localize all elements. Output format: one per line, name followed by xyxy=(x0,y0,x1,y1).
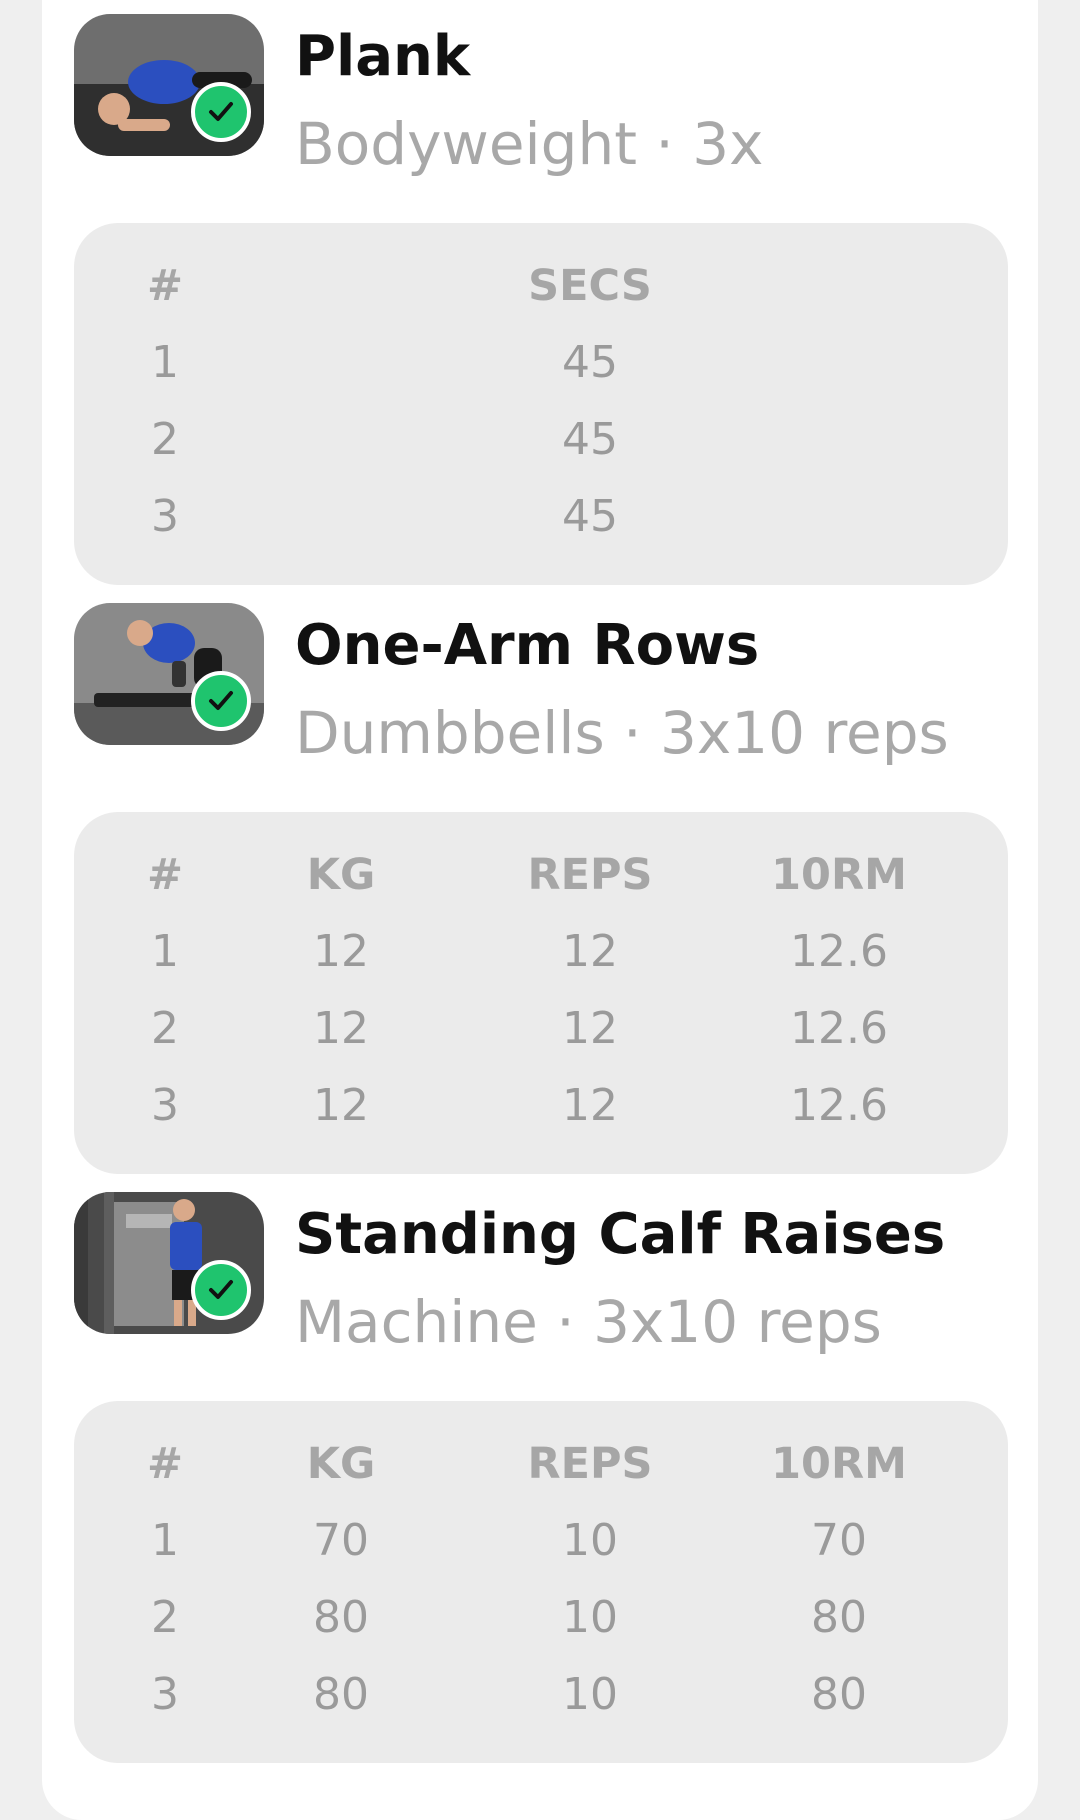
set-number: 2 xyxy=(151,1592,179,1643)
table-row[interactable]: 1 12 12 12.6 xyxy=(74,922,1008,982)
set-10rm: 80 xyxy=(811,1669,867,1720)
exercise-subtitle: Machine · 3x10 reps xyxy=(295,1288,882,1356)
table-row[interactable]: 3 80 10 80 xyxy=(74,1665,1008,1725)
set-10rm: 12.6 xyxy=(790,926,888,977)
exercise-header[interactable]: One-Arm Rows Dumbbells · 3x10 reps xyxy=(74,603,1008,767)
table-row[interactable]: 2 45 xyxy=(74,410,1008,470)
set-number: 2 xyxy=(151,414,179,465)
set-kg: 70 xyxy=(313,1515,369,1566)
set-number: 3 xyxy=(151,1080,179,1131)
set-reps: 10 xyxy=(562,1515,618,1566)
table-row[interactable]: 3 45 xyxy=(74,487,1008,547)
exercise-one-arm-rows[interactable]: One-Arm Rows Dumbbells · 3x10 reps # KG … xyxy=(74,603,1008,1174)
table-row[interactable]: 2 12 12 12.6 xyxy=(74,999,1008,1059)
column-header-number: # xyxy=(146,261,184,311)
set-number: 1 xyxy=(151,1515,179,1566)
table-row[interactable]: 3 12 12 12.6 xyxy=(74,1076,1008,1136)
sets-table: # SECS 1 45 2 45 3 45 xyxy=(74,223,1008,585)
set-number: 1 xyxy=(151,926,179,977)
column-header-10rm: 10RM xyxy=(771,1439,907,1489)
one-arm-rows-photo[interactable] xyxy=(74,603,264,745)
set-reps: 12 xyxy=(562,926,618,977)
table-header: # KG REPS 10RM xyxy=(74,845,1008,905)
set-reps: 10 xyxy=(562,1669,618,1720)
set-secs: 45 xyxy=(562,491,618,542)
set-reps: 12 xyxy=(562,1080,618,1131)
exercise-standing-calf-raises[interactable]: Standing Calf Raises Machine · 3x10 reps… xyxy=(74,1192,1008,1763)
exercise-subtitle: Dumbbells · 3x10 reps xyxy=(295,699,949,767)
column-header-kg: KG xyxy=(306,850,376,900)
set-reps: 10 xyxy=(562,1592,618,1643)
column-header-number: # xyxy=(146,1439,184,1489)
column-header-number: # xyxy=(146,850,184,900)
plank-photo[interactable] xyxy=(74,14,264,156)
column-header-10rm: 10RM xyxy=(771,850,907,900)
table-row[interactable]: 1 45 xyxy=(74,333,1008,393)
exercise-title: Plank xyxy=(295,24,471,89)
exercise-title: One-Arm Rows xyxy=(295,613,760,678)
check-circle-icon xyxy=(191,82,251,142)
set-kg: 12 xyxy=(313,926,369,977)
set-10rm: 12.6 xyxy=(790,1080,888,1131)
set-number: 1 xyxy=(151,337,179,388)
set-number: 2 xyxy=(151,1003,179,1054)
column-header-secs: SECS xyxy=(528,261,652,311)
set-10rm: 80 xyxy=(811,1592,867,1643)
sets-table: # KG REPS 10RM 1 70 10 70 2 80 10 80 3 8… xyxy=(74,1401,1008,1763)
exercise-title: Standing Calf Raises xyxy=(295,1202,946,1267)
exercise-plank[interactable]: Plank Bodyweight · 3x # SECS 1 45 2 45 3… xyxy=(74,14,1008,585)
sets-table: # KG REPS 10RM 1 12 12 12.6 2 12 12 12.6… xyxy=(74,812,1008,1174)
column-header-kg: KG xyxy=(306,1439,376,1489)
set-number: 3 xyxy=(151,1669,179,1720)
column-header-reps: REPS xyxy=(527,1439,653,1489)
set-number: 3 xyxy=(151,491,179,542)
set-10rm: 12.6 xyxy=(790,1003,888,1054)
set-kg: 12 xyxy=(313,1080,369,1131)
exercise-header[interactable]: Standing Calf Raises Machine · 3x10 reps xyxy=(74,1192,1008,1356)
table-row[interactable]: 1 70 10 70 xyxy=(74,1511,1008,1571)
exercise-header[interactable]: Plank Bodyweight · 3x xyxy=(74,14,1008,178)
calf-raises-photo[interactable] xyxy=(74,1192,264,1334)
check-circle-icon xyxy=(191,671,251,731)
set-kg: 12 xyxy=(313,1003,369,1054)
column-header-reps: REPS xyxy=(527,850,653,900)
set-10rm: 70 xyxy=(811,1515,867,1566)
table-row[interactable]: 2 80 10 80 xyxy=(74,1588,1008,1648)
table-header: # KG REPS 10RM xyxy=(74,1434,1008,1494)
set-kg: 80 xyxy=(313,1592,369,1643)
check-circle-icon xyxy=(191,1260,251,1320)
set-kg: 80 xyxy=(313,1669,369,1720)
table-header: # SECS xyxy=(74,256,1008,316)
exercise-subtitle: Bodyweight · 3x xyxy=(295,110,764,178)
set-secs: 45 xyxy=(562,337,618,388)
set-secs: 45 xyxy=(562,414,618,465)
set-reps: 12 xyxy=(562,1003,618,1054)
